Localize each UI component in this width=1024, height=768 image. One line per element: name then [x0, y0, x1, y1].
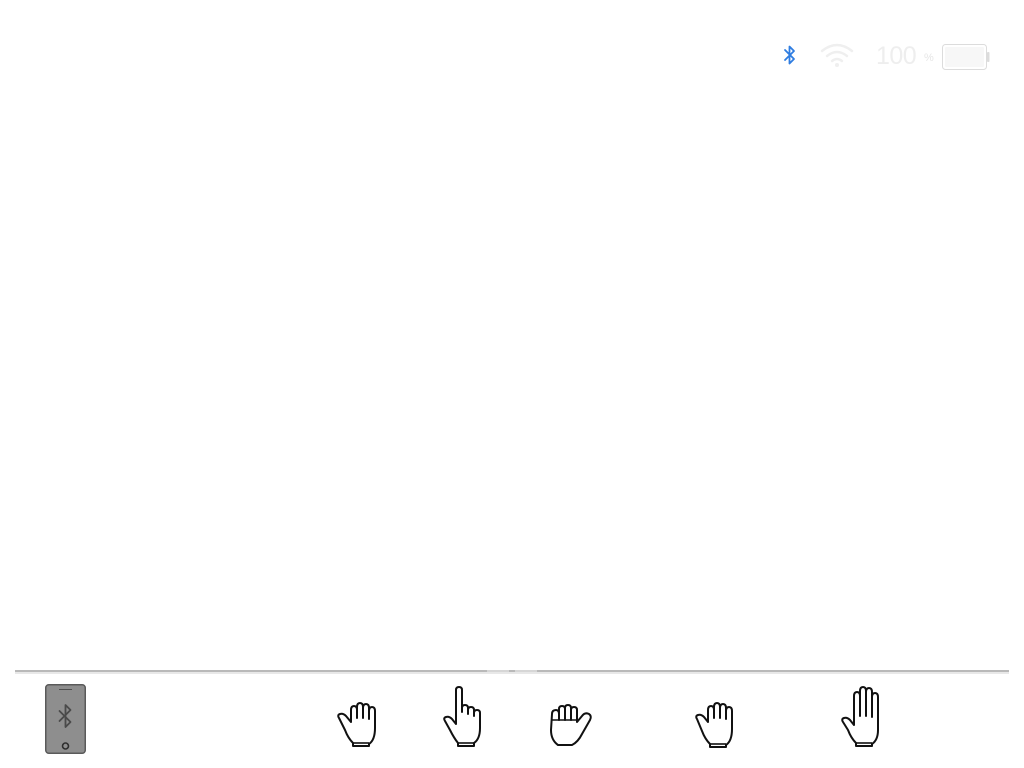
- battery-percent-text: 100: [876, 42, 917, 70]
- gesture-open-hand-curled-button[interactable]: [336, 696, 386, 748]
- gesture-fist-thumb-button[interactable]: [548, 700, 598, 748]
- pointing-finger-icon: [443, 686, 481, 747]
- bluetooth-icon: [784, 45, 795, 65]
- gesture-curled-hand-button[interactable]: [694, 697, 740, 749]
- fist-thumb-out-icon: [550, 704, 592, 746]
- app-screen: 100 %: [0, 0, 1024, 768]
- wifi-icon: [820, 43, 854, 67]
- tray-grip-handle[interactable]: [487, 669, 537, 673]
- open-palm-icon: [841, 686, 879, 747]
- curled-hand-icon: [695, 702, 733, 748]
- gesture-pointing-finger-button[interactable]: [443, 686, 489, 748]
- open-hand-fingers-curled-icon: [337, 702, 376, 747]
- status-bar: 100 %: [776, 40, 996, 74]
- gesture-open-palm-button[interactable]: [840, 686, 892, 748]
- battery-icon: [942, 44, 990, 70]
- battery-unit-text: %: [924, 52, 934, 64]
- phone-bluetooth-button[interactable]: [45, 684, 86, 754]
- battery-fill: [945, 47, 984, 67]
